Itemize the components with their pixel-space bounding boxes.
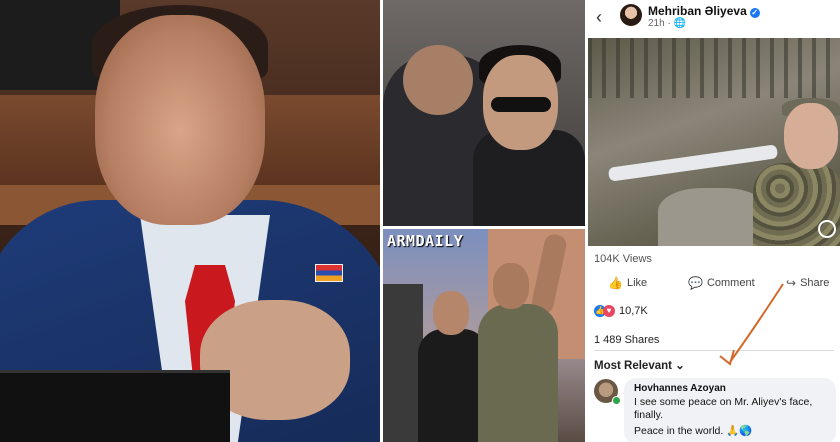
comment-button[interactable]: 💬 Comment bbox=[688, 276, 755, 290]
post-time: 21h · 🌐 bbox=[648, 18, 687, 29]
rock bbox=[658, 188, 768, 246]
globe-icon: 🌐 bbox=[673, 18, 687, 29]
author-avatar[interactable] bbox=[620, 4, 642, 26]
post-actions: 👍 Like 💬 Comment ↪ Share bbox=[588, 276, 840, 296]
sunglasses bbox=[491, 97, 551, 112]
love-reaction-icon: ♥ bbox=[603, 305, 615, 317]
laptop bbox=[0, 370, 230, 442]
commenter-name[interactable]: Hovhannes Azoyan bbox=[634, 383, 726, 394]
shares-count[interactable]: 1 489 Shares bbox=[594, 334, 659, 346]
like-button[interactable]: 👍 Like bbox=[608, 276, 647, 290]
watermark: ARMDAILY bbox=[387, 232, 464, 250]
reactions[interactable]: 👍 ♥ 10,7K bbox=[594, 305, 648, 317]
post-video[interactable] bbox=[588, 38, 840, 246]
online-status-icon bbox=[612, 396, 621, 405]
share-icon: ↪ bbox=[786, 276, 797, 290]
photo-embrace bbox=[383, 0, 585, 226]
verified-badge-icon: ✓ bbox=[749, 8, 760, 18]
person-3 bbox=[478, 304, 558, 442]
reactions-count: 10,7K bbox=[619, 305, 648, 317]
trees bbox=[588, 38, 840, 98]
face bbox=[95, 15, 265, 225]
photo-politician bbox=[0, 0, 380, 442]
post-time-text: 21h bbox=[648, 18, 665, 29]
sort-comments-dropdown[interactable]: Most Relevant ⌄ bbox=[594, 358, 685, 372]
chevron-down-icon: ⌄ bbox=[675, 360, 685, 372]
comment-text-2: Peace in the world. 🙏🌎 bbox=[634, 425, 753, 437]
person-1 bbox=[383, 284, 423, 442]
flag-pin bbox=[315, 264, 343, 282]
like-label: Like bbox=[626, 277, 648, 289]
person-left-head bbox=[403, 45, 473, 115]
divider bbox=[594, 350, 834, 351]
snow bbox=[607, 144, 779, 182]
author-name-text: Mehriban Əliyeva bbox=[648, 4, 747, 18]
share-button[interactable]: ↪ Share bbox=[786, 276, 829, 290]
views-count: 104K Views bbox=[594, 253, 652, 265]
comment-bubble: Hovhannes Azoyan I see some peace on Mr.… bbox=[624, 378, 836, 442]
thumbs-up-icon: 👍 bbox=[608, 276, 623, 290]
person-3-head bbox=[493, 263, 529, 309]
video-control-icon[interactable] bbox=[818, 220, 836, 238]
comment-text: I see some peace on Mr. Aliyev's face, f… bbox=[634, 396, 813, 421]
facebook-post: ‹ Mehriban Əliyeva ✓ 21h · 🌐 104K Views 👍… bbox=[588, 0, 840, 442]
photo-rally: ARMDAILY bbox=[383, 229, 585, 442]
person-2-head bbox=[433, 291, 469, 335]
comment-icon: 💬 bbox=[688, 276, 703, 290]
post-header: ‹ Mehriban Əliyeva ✓ 21h · 🌐 bbox=[588, 0, 840, 36]
share-label: Share bbox=[800, 277, 830, 289]
comment-label: Comment bbox=[706, 277, 755, 289]
author-name[interactable]: Mehriban Əliyeva ✓ bbox=[648, 4, 760, 18]
chevron-left-icon[interactable]: ‹ bbox=[596, 7, 602, 28]
sort-label: Most Relevant bbox=[594, 360, 672, 372]
face bbox=[784, 103, 838, 169]
